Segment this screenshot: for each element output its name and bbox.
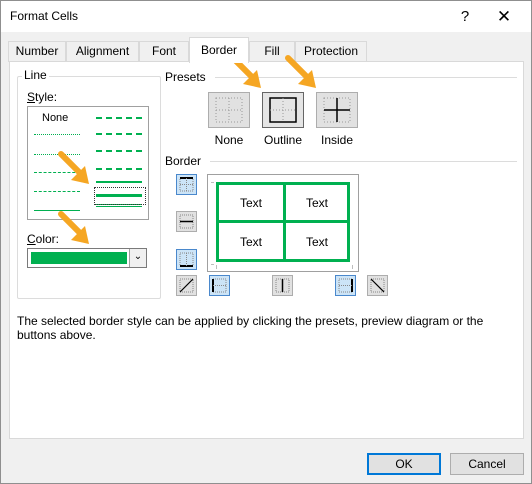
border-separator [210, 161, 517, 162]
border-caption: Border [165, 154, 202, 168]
help-button[interactable]: ? [452, 4, 478, 30]
preview-text-4: Text [305, 235, 328, 249]
border-diagonal-down-button[interactable] [367, 275, 388, 296]
border-preview[interactable]: Text Text Text Text [207, 174, 359, 272]
border-top-icon [179, 177, 194, 192]
ok-button[interactable]: OK [367, 453, 441, 475]
style-label: Style: [27, 90, 58, 104]
tab-alignment[interactable]: Alignment [66, 41, 139, 62]
preview-cell-grid[interactable]: Text Text Text Text [216, 182, 350, 262]
border-bottom-button[interactable] [176, 249, 197, 270]
preview-text-3: Text [239, 235, 262, 249]
style-none-option[interactable]: None [42, 112, 68, 124]
line-group-caption: Line [22, 68, 49, 82]
style-medium-dash-dot[interactable] [96, 150, 142, 152]
style-medium-dash-dot-dot[interactable] [96, 117, 142, 119]
presets-caption: Presets [165, 70, 206, 84]
preview-text-2: Text [305, 196, 328, 210]
preview-text-1: Text [239, 196, 262, 210]
style-slant-dash-dot[interactable] [96, 133, 142, 135]
border-middle-horizontal-button[interactable] [176, 211, 197, 232]
chevron-down-icon[interactable]: ⌄ [129, 249, 146, 267]
preview-tick [352, 265, 353, 269]
border-left-icon [212, 278, 227, 293]
tab-number[interactable]: Number [8, 41, 66, 62]
border-middle-vertical-button[interactable] [272, 275, 293, 296]
color-swatch [31, 252, 127, 264]
border-top-button[interactable] [176, 174, 197, 195]
preview-tick [211, 182, 214, 183]
cancel-button[interactable]: Cancel [450, 453, 524, 475]
style-selection-outline [94, 187, 146, 205]
preset-outline-icon [269, 97, 297, 123]
tab-font[interactable]: Font [139, 41, 189, 62]
title-bar: Format Cells ? ✕ [1, 1, 531, 32]
preset-inside-button[interactable] [316, 92, 358, 128]
style-dash-dot[interactable] [34, 191, 80, 192]
border-diagonal-up-button[interactable] [176, 275, 197, 296]
diagonal-down-icon [370, 278, 385, 293]
format-cells-dialog: Format Cells ? ✕ Number Alignment Font B… [0, 0, 532, 484]
preset-none-icon [215, 97, 243, 123]
style-medium[interactable] [96, 181, 142, 183]
border-tab-panel: Line Style: None Color: ⌄ Presets None O… [9, 55, 524, 439]
annotation-arrow-icon [285, 55, 316, 88]
border-right-icon [338, 278, 353, 293]
border-bottom-icon [179, 252, 194, 267]
close-button[interactable]: ✕ [491, 4, 517, 30]
preset-inside-icon [323, 97, 351, 123]
border-vertical-icon [275, 278, 290, 293]
preset-outline-label: Outline [263, 133, 303, 147]
preset-none-button[interactable] [208, 92, 250, 128]
style-medium-dashed[interactable] [96, 168, 142, 170]
preview-tick [211, 264, 214, 265]
preset-outline-button[interactable] [262, 92, 304, 128]
preset-inside-label: Inside [320, 133, 354, 147]
preset-none-label: None [214, 133, 244, 147]
window-title: Format Cells [10, 9, 79, 23]
border-right-button[interactable] [335, 275, 356, 296]
preview-horizontal-line [216, 220, 350, 223]
preview-tick [216, 265, 217, 269]
color-dropdown[interactable]: ⌄ [27, 248, 147, 268]
info-text: The selected border style can be applied… [17, 314, 484, 342]
annotation-arrow-icon [58, 151, 89, 184]
tab-border[interactable]: Border [189, 37, 249, 63]
border-horizontal-icon [179, 214, 194, 229]
border-left-button[interactable] [209, 275, 230, 296]
diagonal-up-icon [179, 278, 194, 293]
annotation-arrow-icon [58, 211, 89, 244]
style-hair-dotted[interactable] [34, 134, 80, 135]
